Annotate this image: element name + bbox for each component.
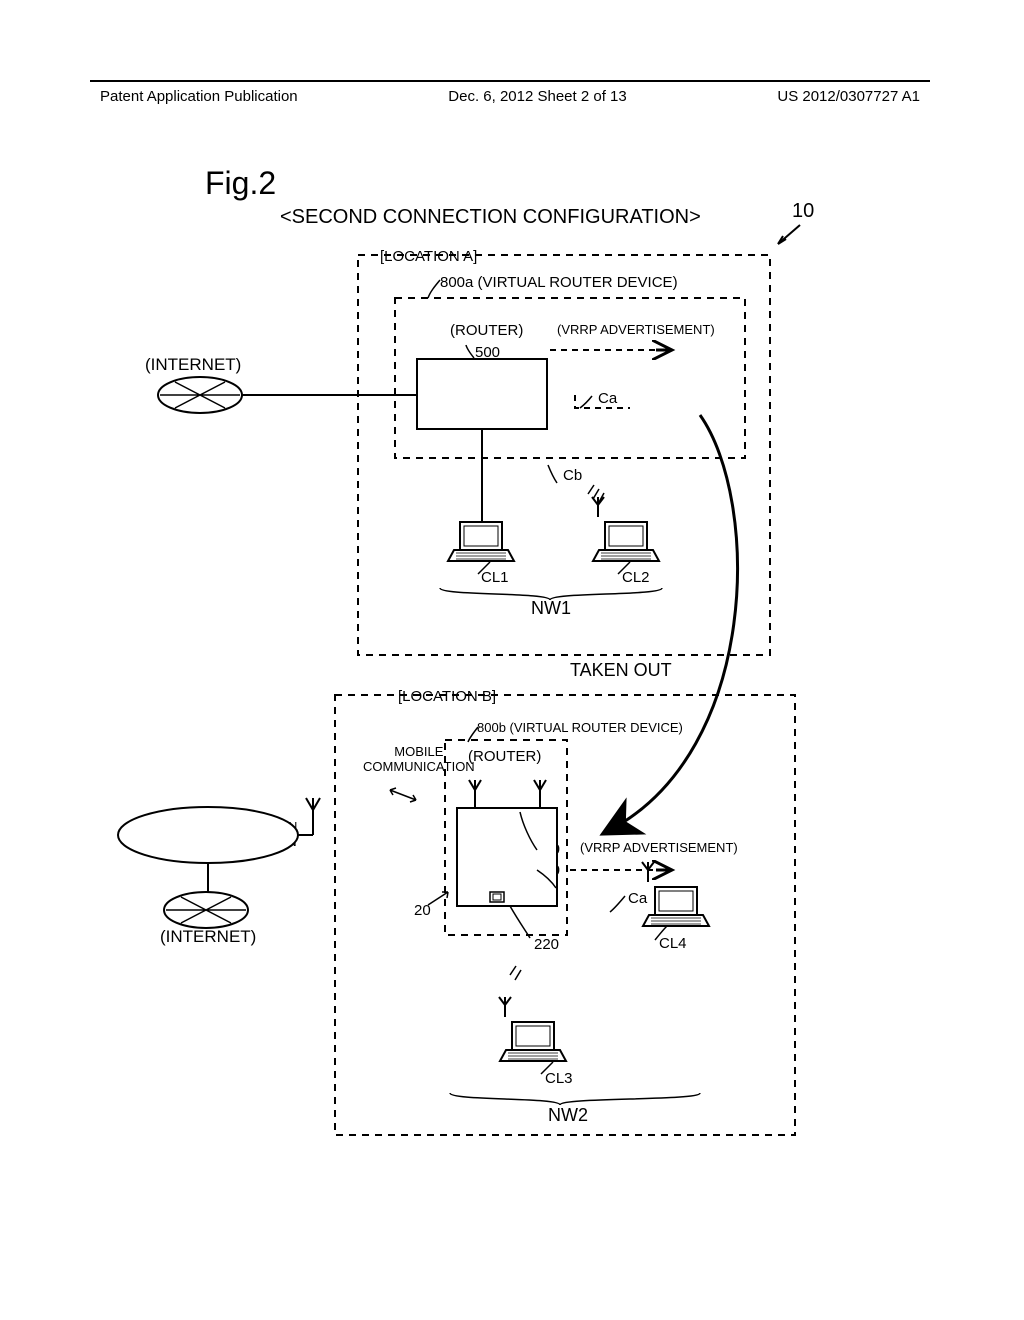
page: Patent Application Publication Dec. 6, 2… — [0, 0, 1024, 1320]
laptop-icon — [592, 497, 659, 561]
laptop-icon — [448, 522, 514, 561]
laptop-icon — [499, 997, 566, 1061]
laptop-icon — [642, 862, 709, 926]
diagram-svg — [0, 0, 1024, 1320]
